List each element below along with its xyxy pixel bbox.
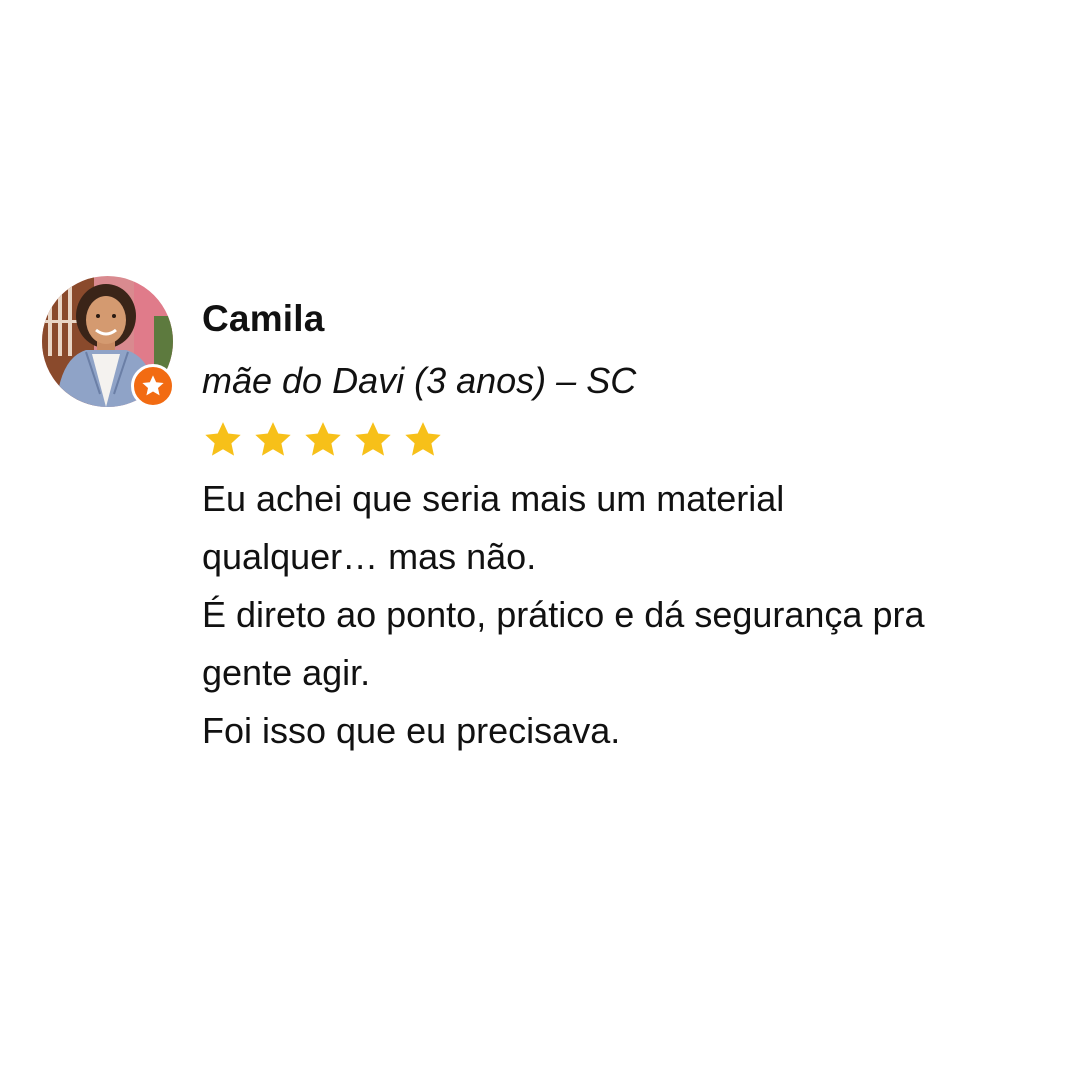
star-icon [142, 375, 164, 396]
star-icon [355, 422, 391, 456]
review-content: Camila mãe do Davi (3 anos) – SC Eu ache… [202, 296, 1052, 760]
review-card: Camila mãe do Davi (3 anos) – SC Eu ache… [0, 0, 1080, 1080]
review-line: Eu achei que seria mais um material [202, 478, 785, 519]
review-line: gente agir. [202, 652, 371, 693]
review-line: qualquer… mas não. [202, 536, 537, 577]
star-icon [255, 422, 291, 456]
star-rating [202, 418, 1052, 462]
star-icon [205, 422, 241, 456]
reviewer-subtitle: mãe do Davi (3 anos) – SC [202, 360, 637, 401]
review-line: Foi isso que eu precisava. [202, 710, 621, 751]
star-icon [305, 422, 341, 456]
star-icon [405, 422, 441, 456]
avatar-container [42, 276, 175, 409]
review-line: É direto ao ponto, prático e dá seguranç… [202, 594, 925, 635]
review-text: Eu achei que seria mais um material qual… [202, 470, 1052, 760]
reviewer-name: Camila [202, 298, 325, 339]
verified-badge [131, 364, 175, 408]
